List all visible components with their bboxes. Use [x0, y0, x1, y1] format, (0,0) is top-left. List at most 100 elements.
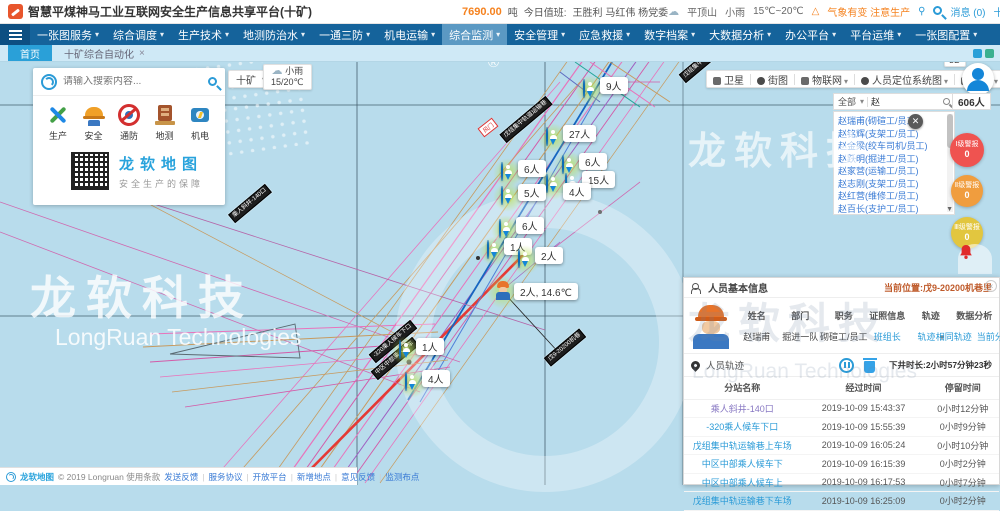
nav-item-zhjc-active[interactable]: 综合监测▾: [442, 24, 507, 45]
trash-icon[interactable]: [864, 361, 875, 373]
user-avatar-button[interactable]: [962, 63, 994, 95]
panel-close-button[interactable]: ×: [985, 280, 997, 292]
nav-item-aqgl[interactable]: 安全管理▾: [507, 24, 572, 45]
cabinet-icon: [154, 104, 176, 126]
nav-item-yztfw[interactable]: 一张图服务▾: [30, 24, 106, 45]
scroll-down-icon[interactable]: ▼: [946, 206, 953, 213]
shortcut-geology[interactable]: 地测: [150, 104, 180, 142]
station-link[interactable]: 中区中部乘人候车下: [684, 455, 801, 474]
person-marker[interactable]: 1人: [399, 341, 401, 359]
user-menu[interactable]: 十矿管理员 ∨: [993, 4, 1000, 19]
alarm-bell-button[interactable]: [958, 244, 992, 274]
tab-auto[interactable]: 十矿综合自动化×: [52, 45, 157, 61]
station-link[interactable]: 乘人斜井-140口: [684, 399, 801, 418]
close-icon[interactable]: ✕: [908, 114, 923, 129]
station-link[interactable]: 戊组集中轨运输巷下车场: [684, 492, 801, 511]
chevron-down-icon: ▾: [973, 30, 977, 39]
person-marker[interactable]: 4人: [405, 373, 407, 391]
hamburger-menu-icon[interactable]: [0, 24, 30, 45]
nav-item-yjjy[interactable]: 应急救援▾: [572, 24, 637, 45]
people-result-item[interactable]: 赵家营(运输工/员工): [838, 165, 950, 178]
table-row: -320乘人候车下口2019-10-09 15:55:390小时9分钟: [684, 418, 999, 437]
map-search-input[interactable]: [63, 76, 202, 87]
alarm-badge-level2[interactable]: Ⅱ级警报0: [951, 175, 983, 207]
nav-item-zhdd[interactable]: 综合调度▾: [106, 24, 171, 45]
nav-item-jdys[interactable]: 机电运输▾: [377, 24, 442, 45]
tabbar-controls[interactable]: [973, 45, 1000, 61]
iot-dropdown[interactable]: 物联网▾: [801, 72, 848, 87]
chevron-down-icon: ▾: [626, 30, 630, 39]
same-track-link[interactable]: 相同轨迹: [936, 330, 972, 343]
pause-button[interactable]: [839, 358, 854, 373]
person-marker[interactable]: 2人: [518, 250, 520, 268]
nav-item-scjs[interactable]: 生产技术▾: [171, 24, 236, 45]
shortcut-safety[interactable]: 安全: [79, 104, 109, 142]
shortcut-production[interactable]: 生产: [43, 104, 73, 142]
person-name: 赵瑞甫: [743, 330, 770, 343]
person-marker[interactable]: 5人: [501, 187, 503, 205]
layer-square-icon[interactable]: [985, 49, 994, 58]
people-result-item[interactable]: 赵瑞甫(砌碹工/员工): [838, 115, 950, 128]
footer-link[interactable]: 发送反馈: [164, 471, 198, 483]
footer-link[interactable]: 新增地点: [297, 471, 331, 483]
people-result-item[interactable]: 赵红营(维修工/员工): [838, 190, 950, 203]
person-pin-icon: [583, 79, 585, 98]
people-count-badge: 606人: [952, 93, 991, 110]
station-link[interactable]: 戊组集中轨运输巷上车场: [684, 436, 801, 455]
messages-button[interactable]: 消息 (0): [950, 4, 985, 19]
current-station-link[interactable]: 当前分站: [977, 330, 1000, 343]
satellite-button[interactable]: 卫星: [713, 72, 744, 87]
nav-item-dcfzs[interactable]: 地测防治水▾: [236, 24, 312, 45]
person-marker[interactable]: 9人: [583, 80, 585, 98]
station-link[interactable]: 中区中部乘人候车上: [684, 473, 801, 492]
chevron-down-icon: ▾: [767, 30, 771, 39]
station-link[interactable]: -320乘人候车下口: [684, 418, 801, 437]
search-icon[interactable]: [208, 77, 217, 86]
nav-item-ptyw[interactable]: 平台运维▾: [843, 24, 908, 45]
people-filter-dropdown[interactable]: 全部▾: [838, 95, 864, 108]
footer-link[interactable]: 开放平台: [253, 471, 287, 483]
person-marker[interactable]: 1人: [487, 241, 489, 259]
tab-home[interactable]: 首页: [8, 45, 52, 61]
nav-item-ytsf[interactable]: 一通三防▾: [312, 24, 377, 45]
person-system-dropdown[interactable]: 人员定位系统图▾: [861, 72, 948, 87]
person-marker[interactable]: 27人: [546, 128, 548, 146]
person-pin-icon: [546, 127, 548, 146]
main-nav: 一张图服务▾ 综合调度▾ 生产技术▾ 地测防治水▾ 一通三防▾ 机电运输▾ 综合…: [0, 24, 1000, 45]
street-map-button[interactable]: 街图: [757, 72, 788, 87]
app-logo-icon: [8, 4, 23, 19]
close-icon[interactable]: ×: [139, 48, 145, 59]
alarm-badge-level1[interactable]: Ⅰ级警报0: [950, 133, 984, 167]
shortcut-mechatronics[interactable]: 机电: [185, 104, 215, 142]
people-result-item[interactable]: 赵跃明(掘进工/员工): [838, 153, 950, 166]
track-station-table: 分站名称 经过时间 停留时间 乘人斜井-140口2019-10-09 15:43…: [684, 377, 999, 511]
search-icon[interactable]: [943, 98, 950, 105]
footer-copyright: © 2019 Longruan 使用条款: [58, 471, 160, 483]
chevron-down-icon: ▾: [944, 77, 948, 86]
person-marker[interactable]: 6人: [562, 156, 564, 174]
mine-map[interactable]: 戊组集中轨运输巷 戊组集中轨道运输巷 乘人斜井-140口 -320乘人候车下口 …: [0, 62, 1000, 485]
person-marker[interactable]: 4人: [546, 175, 548, 193]
people-result-item[interactable]: 赵铭辉(支架工/员工): [838, 128, 950, 141]
cloud-icon: ☁: [272, 65, 283, 77]
nav-item-yztpz[interactable]: 一张图配置▾: [908, 24, 984, 45]
nav-item-szda[interactable]: 数字档案▾: [637, 24, 702, 45]
location-icon[interactable]: ⚲: [918, 6, 925, 17]
nav-item-dsjfx[interactable]: 大数据分析▾: [702, 24, 778, 45]
search-icon[interactable]: [933, 6, 942, 18]
shortcut-ventilation[interactable]: 通防: [114, 104, 144, 142]
footer-link[interactable]: 监测布点: [385, 471, 419, 483]
cert-link[interactable]: 班组长: [874, 330, 901, 343]
footer-link[interactable]: 意见反馈: [341, 471, 375, 483]
layer-square-icon[interactable]: [973, 49, 982, 58]
chevron-down-icon: ▾: [366, 30, 370, 39]
people-result-item[interactable]: 赵志刚(支架工/员工): [838, 178, 950, 191]
people-search-input[interactable]: 赵: [871, 95, 940, 108]
footer-link[interactable]: 服务协议: [208, 471, 242, 483]
nav-item-bgpt[interactable]: 办公平台▾: [778, 24, 843, 45]
people-result-item[interactable]: 赵金梁(绞车司机/员工): [838, 140, 950, 153]
people-result-item[interactable]: 赵百长(支护工/员工): [838, 203, 950, 216]
person-pin-icon: [501, 162, 503, 181]
person-marker[interactable]: 6人: [501, 163, 503, 181]
person-marker[interactable]: 6人: [499, 220, 501, 238]
